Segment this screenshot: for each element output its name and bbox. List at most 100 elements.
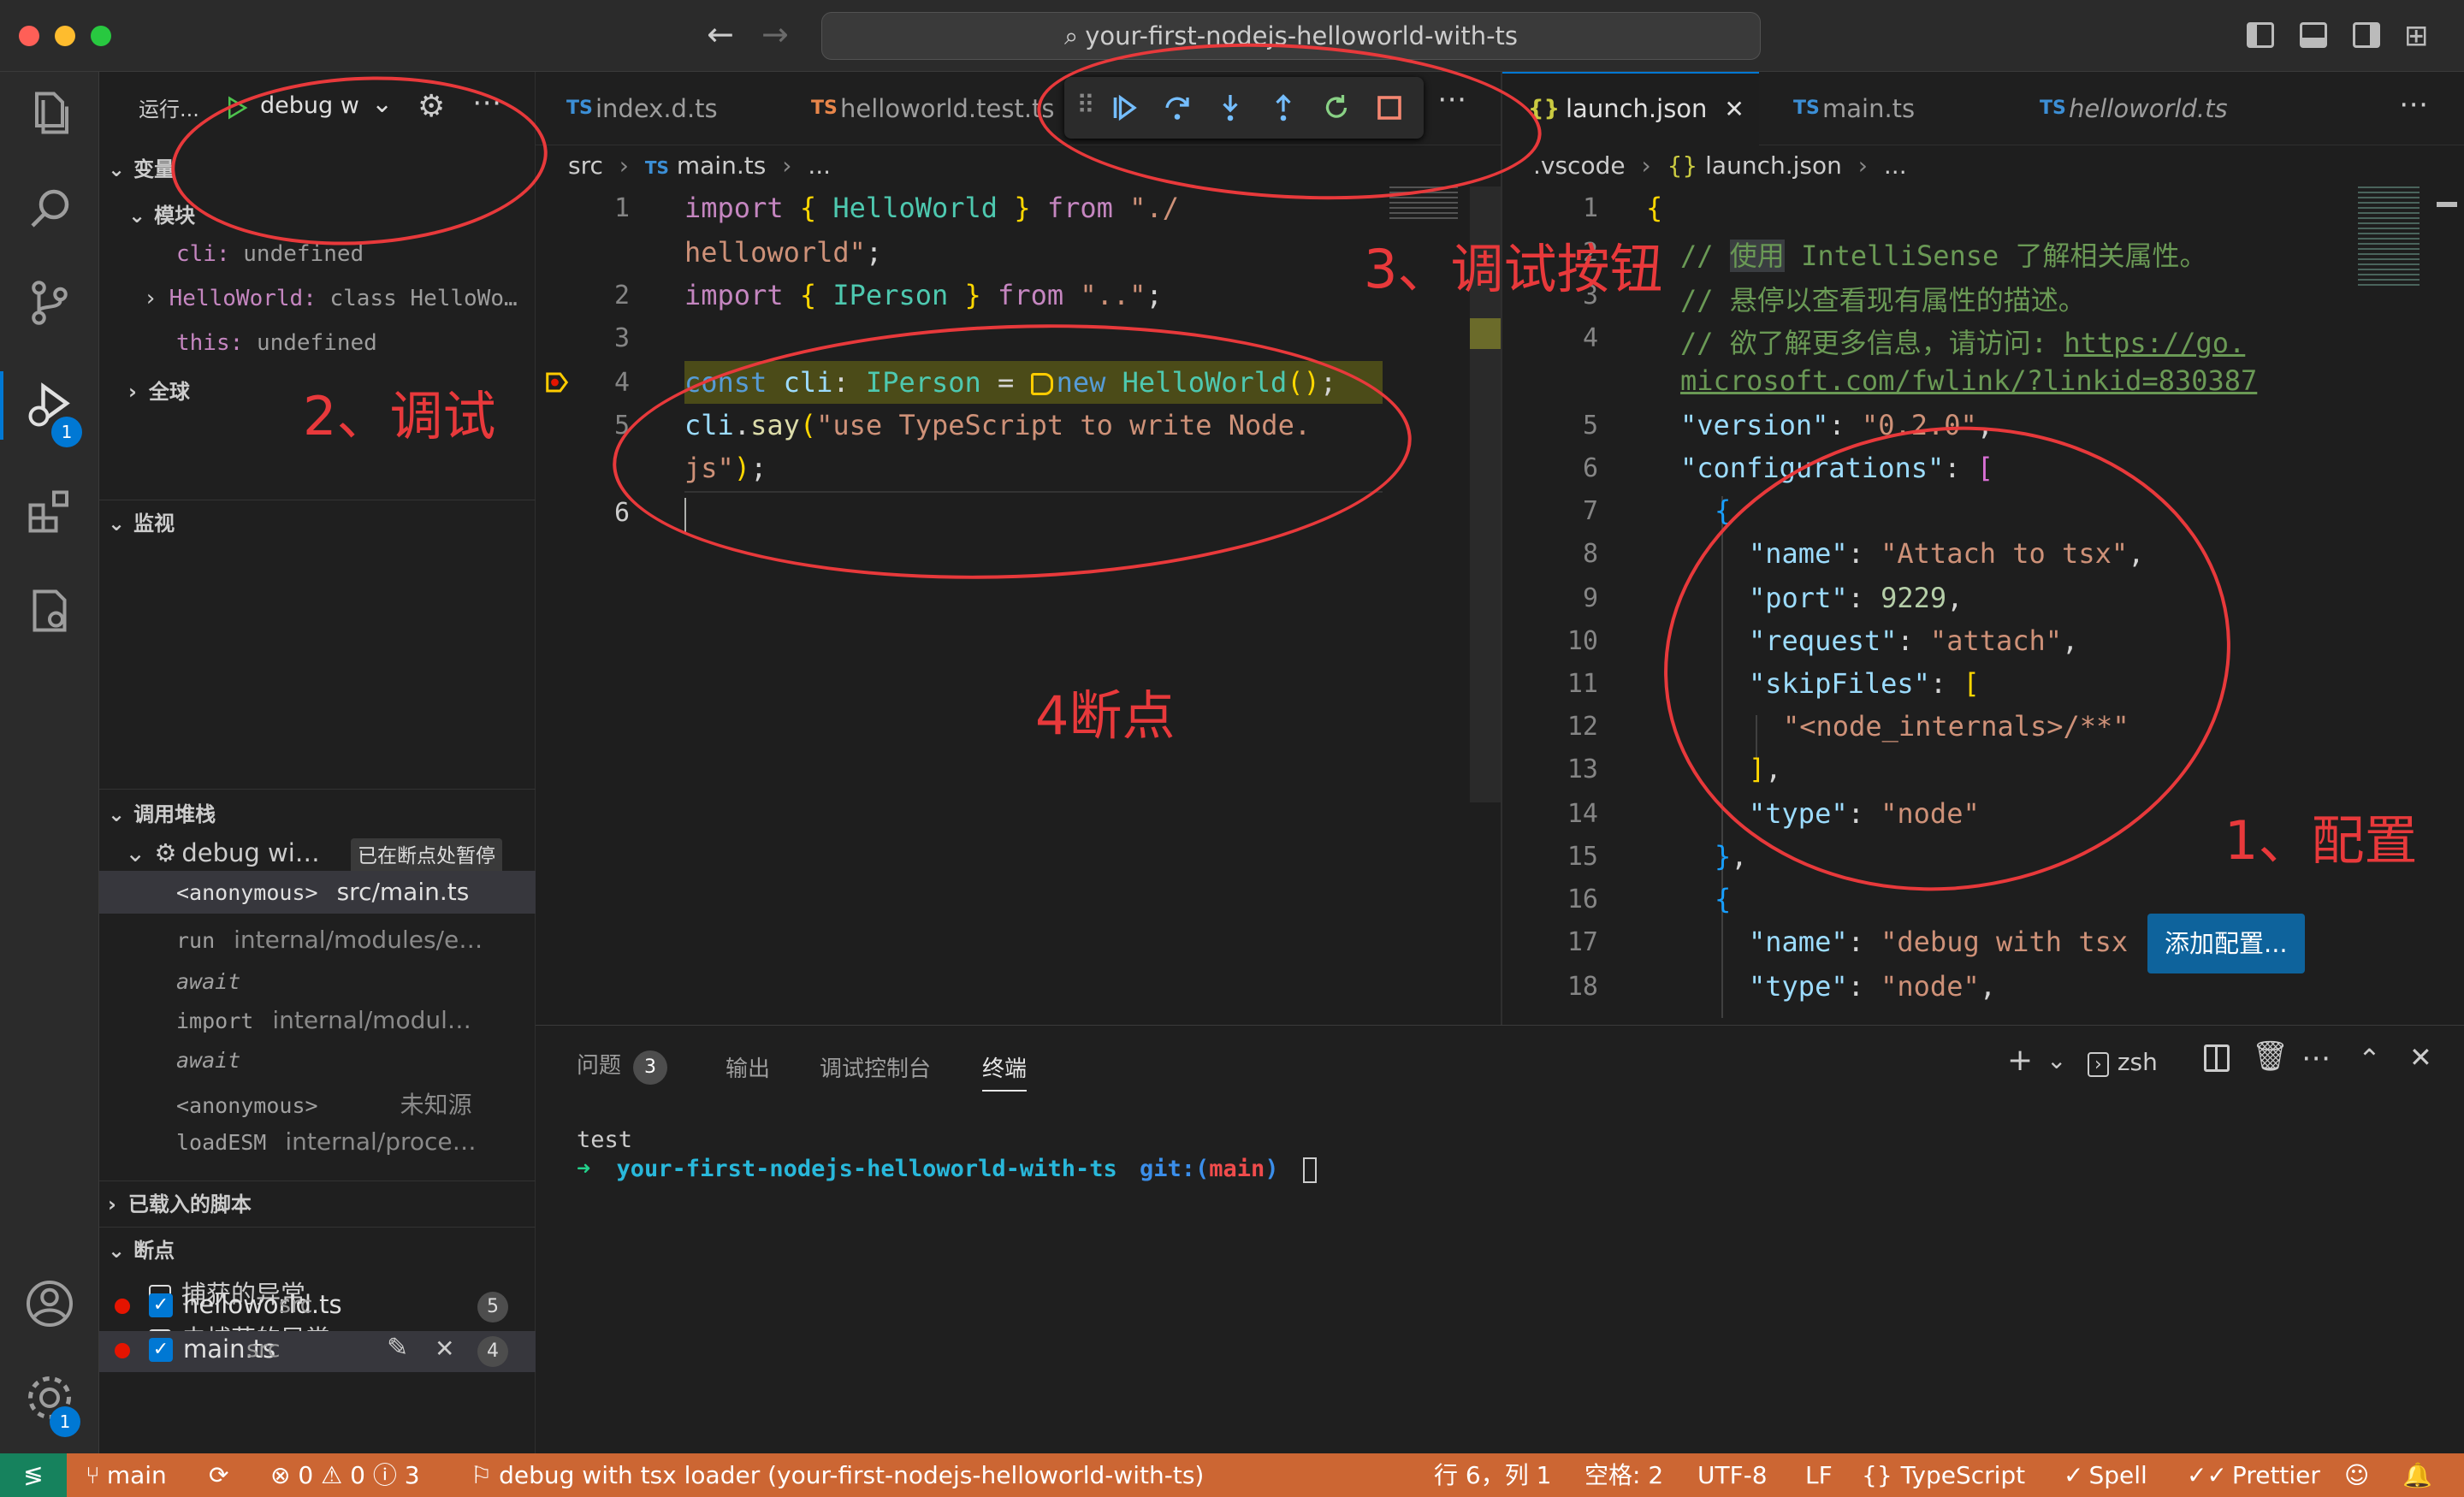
callstack-frame[interactable]: run internal/modules/e… — [176, 926, 483, 954]
callstack-frame[interactable]: <anonymous> src/main.ts — [99, 871, 536, 914]
code-token: ; — [1146, 279, 1163, 311]
variable-this[interactable]: this: undefined — [176, 330, 377, 356]
callstack-section-header[interactable]: ⌄ 调用堆栈 — [108, 797, 216, 827]
callstack-frame[interactable]: import internal/modul… — [176, 1006, 471, 1034]
breakpoint-item[interactable]: ✓ helloworld.ts src 5 — [99, 1287, 536, 1328]
split-terminal-icon[interactable] — [2204, 1044, 2230, 1072]
code-link[interactable]: microsoft.com/fwlink/?linkid=830387 — [1680, 364, 2257, 397]
maximize-panel-icon[interactable]: ⌃ — [2358, 1043, 2381, 1075]
watch-section-header[interactable]: ⌄ 监视 — [108, 506, 175, 536]
debug-session-item[interactable]: ⌄ ⚙ debug wi… — [125, 838, 320, 867]
minimap[interactable] — [2358, 186, 2420, 289]
git-branch-item[interactable]: ⑂ main — [86, 1453, 167, 1497]
new-terminal-plus-icon[interactable]: + — [2007, 1043, 2033, 1078]
breakpoint-file: helloworld.ts — [183, 1290, 342, 1319]
breadcrumb-folder[interactable]: src — [568, 151, 603, 180]
breakpoint-checkbox[interactable]: ✓ — [149, 1293, 173, 1317]
tab-terminal[interactable]: 终端 — [982, 1051, 1028, 1092]
code-token: HelloWorld — [832, 192, 998, 224]
code-token: from — [1030, 192, 1130, 224]
breadcrumb-file[interactable]: main.ts — [677, 151, 766, 180]
global-scope[interactable]: › 全球 — [128, 375, 190, 405]
chevron-down-icon[interactable]: ⌄ — [2046, 1046, 2066, 1074]
tab-helloworld-test-ts[interactable]: TS helloworld.test.ts — [811, 72, 1055, 145]
prompt-git-end: ) — [1265, 1156, 1279, 1182]
back-arrow-icon[interactable]: ← — [707, 15, 734, 53]
section-divider — [99, 1227, 536, 1228]
minimize-window-button[interactable] — [55, 26, 75, 46]
breakpoint-checkbox[interactable]: ✓ — [149, 1338, 173, 1362]
problems-status[interactable]: ⊗ 0 ⚠ 0 ⓘ 3 — [270, 1453, 420, 1497]
line-number: 14 — [1567, 799, 1598, 829]
loaded-scripts-header[interactable]: › 已载入的脚本 — [108, 1187, 252, 1217]
callstack-frame[interactable]: await — [176, 967, 259, 995]
editor-group-divider[interactable] — [1501, 72, 1502, 1025]
line-ending[interactable]: LF — [1805, 1453, 1833, 1497]
close-window-button[interactable] — [19, 26, 39, 46]
terminal-shell-selector[interactable]: › zsh — [2088, 1048, 2158, 1077]
paused-breakpoint-icon[interactable] — [544, 370, 570, 395]
more-actions-icon[interactable]: ⋯ — [2301, 1041, 2331, 1075]
remote-explorer-icon[interactable] — [24, 585, 75, 636]
tab-launch-json[interactable]: {} launch.json ✕ — [1528, 72, 1744, 145]
maximize-window-button[interactable] — [91, 26, 111, 46]
encoding[interactable]: UTF-8 — [1697, 1453, 1768, 1497]
forward-arrow-icon[interactable]: → — [761, 15, 789, 53]
close-tab-icon[interactable]: ✕ — [1724, 95, 1744, 123]
remote-indicator[interactable]: ≶ — [0, 1453, 67, 1497]
callstack-frame[interactable]: await — [176, 1045, 259, 1074]
code-token: IntelliSense 了解相关属性。 — [1784, 240, 2207, 272]
tab-index-d-ts[interactable]: TS index.d.ts — [566, 72, 718, 145]
trash-icon[interactable]: 🗑 — [2252, 1039, 2289, 1074]
status-bar: ≶ ⑂ main ⟳ ⊗ 0 ⚠ 0 ⓘ 3 ⚐ debug with tsx lo… — [0, 1453, 2464, 1497]
customize-layout-icon[interactable]: ⊞ — [2404, 19, 2429, 53]
breadcrumb-file[interactable]: launch.json — [1705, 151, 1842, 180]
typescript-file-icon: TS — [644, 157, 669, 178]
search-icon[interactable] — [24, 183, 75, 234]
close-panel-icon[interactable]: ✕ — [2409, 1041, 2432, 1074]
add-configuration-button[interactable]: 添加配置... — [2147, 914, 2305, 973]
tab-debug-console[interactable]: 调试控制台 — [820, 1051, 931, 1083]
explorer-icon[interactable] — [24, 87, 75, 139]
scrollbar-highlight-marker — [1470, 318, 1501, 349]
tab-helloworld-ts[interactable]: TS helloworld.ts — [2040, 72, 2228, 145]
feedback-icon[interactable]: ☺ — [2344, 1453, 2369, 1497]
prettier[interactable]: ✓✓ Prettier — [2187, 1453, 2320, 1497]
tab-label: helloworld.ts — [2069, 94, 2228, 123]
edit-breakpoint-pencil-icon[interactable]: ✎ — [387, 1333, 408, 1363]
breakpoint-item[interactable]: ✓ main.ts src ✎ ✕ 4 — [99, 1331, 536, 1372]
toggle-secondary-sidebar-icon[interactable] — [2353, 22, 2380, 48]
toggle-panel-icon[interactable] — [2300, 22, 2327, 48]
terminal-prompt[interactable]: ➜ your-first-nodejs-helloworld-with-ts g… — [577, 1156, 1317, 1183]
toggle-primary-sidebar-icon[interactable] — [2247, 22, 2274, 48]
breakpoints-header[interactable]: ⌄ 断点 — [108, 1234, 175, 1263]
language-label: TypeScript — [1900, 1461, 2026, 1489]
indentation[interactable]: 空格: 2 — [1584, 1453, 1663, 1497]
scrollbar-thumb[interactable] — [2437, 202, 2457, 207]
tab-output[interactable]: 输出 — [726, 1051, 770, 1083]
callstack-frame[interactable]: loadESM internal/proce… — [176, 1127, 477, 1156]
line-number: 15 — [1567, 842, 1598, 872]
notifications-bell-icon[interactable]: 🔔 — [2402, 1453, 2432, 1497]
cursor-position[interactable]: 行 6，列 1 — [1434, 1453, 1551, 1497]
callstack-frame[interactable]: <anonymous> 未知源 — [176, 1086, 472, 1121]
remove-breakpoint-icon[interactable]: ✕ — [435, 1334, 454, 1363]
debug-session-status[interactable]: ⚐ debug with tsx loader (your-first-nodej… — [471, 1453, 1204, 1497]
editor-more-actions-icon[interactable]: ⋯ — [2399, 87, 2428, 121]
module-scope[interactable]: ⌄ 模块 — [128, 198, 195, 228]
extensions-icon[interactable] — [24, 486, 75, 537]
code-link[interactable]: https://go. — [2064, 327, 2245, 359]
tab-problems[interactable]: 问题 3 — [577, 1048, 668, 1085]
breadcrumb-symbol[interactable]: ... — [1884, 151, 1907, 180]
activity-bar: 1 1 — [0, 72, 99, 1453]
sync-icon[interactable]: ⟳ — [209, 1453, 228, 1497]
breadcrumb-symbol[interactable]: ... — [808, 151, 831, 180]
spell-check[interactable]: ✓ Spell — [2064, 1453, 2147, 1497]
accounts-icon[interactable] — [24, 1278, 75, 1329]
variables-section-header[interactable]: ⌄ 变量 — [108, 152, 175, 182]
variable-helloworld[interactable]: › HelloWorld: class HelloWo… — [144, 286, 518, 311]
tab-main-ts[interactable]: TS main.ts — [1793, 72, 1915, 145]
language-mode[interactable]: {} TypeScript — [1862, 1453, 2025, 1497]
source-control-icon[interactable] — [24, 277, 75, 328]
breadcrumb-folder[interactable]: .vscode — [1533, 151, 1626, 180]
